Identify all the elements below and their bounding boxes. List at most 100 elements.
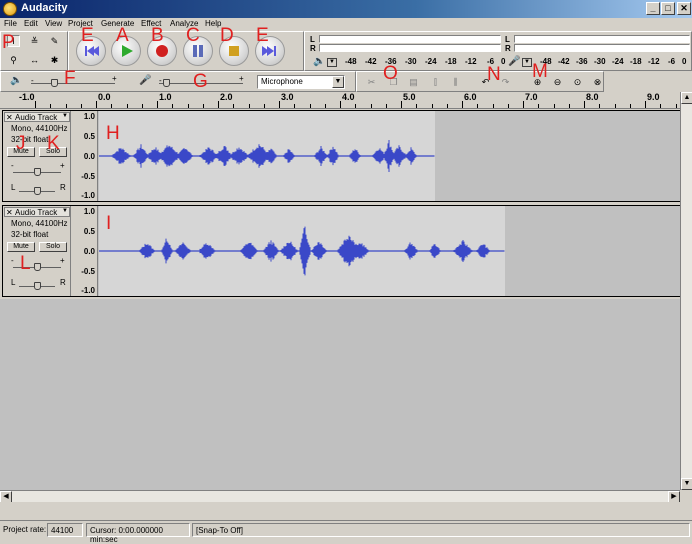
- zoom-tool-icon[interactable]: ⚲: [7, 54, 20, 66]
- ruler-minor-tick: [660, 104, 662, 108]
- ruler-minor-tick: [385, 104, 387, 108]
- menu-edit[interactable]: Edit: [24, 19, 38, 28]
- redo-icon[interactable]: ↷: [499, 76, 512, 88]
- project-rate-field[interactable]: 44100: [47, 523, 83, 537]
- ruler-tick-label: 3.0: [281, 92, 294, 102]
- gain-slider-thumb[interactable]: [34, 263, 41, 271]
- annotation-e-start: E: [81, 25, 94, 46]
- annotation-l: L: [20, 253, 31, 274]
- waveform-area[interactable]: [99, 111, 680, 201]
- ruler-major-tick: [157, 101, 158, 108]
- play-meter-menu-icon[interactable]: ▼: [327, 58, 337, 67]
- ruler-tick-label: 0.0: [98, 92, 111, 102]
- menu-file[interactable]: File: [4, 19, 17, 28]
- mute-button[interactable]: Mute: [7, 242, 35, 252]
- rec-meter-left-label: L: [505, 35, 510, 44]
- waveform-1: [99, 140, 435, 172]
- menu-bar: File Edit View Project Generate Effect A…: [0, 18, 692, 31]
- annotation-i: I: [106, 213, 112, 234]
- ruler-major-tick: [462, 101, 463, 108]
- annotation-o: O: [383, 63, 398, 84]
- annotation-n: N: [487, 64, 501, 85]
- empty-project-area[interactable]: [0, 299, 680, 490]
- ruler-minor-tick: [309, 104, 311, 108]
- cut-icon[interactable]: ✂: [365, 76, 378, 88]
- menu-help[interactable]: Help: [205, 19, 221, 28]
- draw-tool-icon[interactable]: ✎: [48, 35, 61, 47]
- timeshift-tool-icon[interactable]: ↔: [28, 54, 41, 66]
- toolbar-filler: [604, 71, 692, 92]
- ruler-minor-tick: [294, 104, 296, 108]
- scroll-up-icon[interactable]: ▲: [681, 92, 692, 104]
- timeline-ruler[interactable]: -1.0 0.0 1.0 2.0 3.0 4.0 5.0 6.0 7.0 8.0 9.0: [0, 92, 680, 109]
- rec-meter-menu-icon[interactable]: ▼: [522, 58, 532, 67]
- ruler-tick-label: 6.0: [464, 92, 477, 102]
- output-volume-thumb[interactable]: [51, 79, 58, 87]
- scroll-down-icon[interactable]: ▼: [681, 478, 692, 490]
- solo-button[interactable]: Solo: [39, 242, 67, 252]
- ruler-minor-tick: [65, 104, 67, 108]
- silence-icon[interactable]: ⫼: [449, 76, 462, 88]
- ruler-tick-label: 9.0: [647, 92, 660, 102]
- fit-project-icon[interactable]: ⊗: [591, 76, 604, 88]
- ruler-major-tick: [401, 101, 402, 108]
- close-button[interactable]: ✕: [677, 2, 691, 15]
- track-name-menu[interactable]: ✕ Audio Track ▼: [4, 207, 70, 217]
- annotation-m: M: [532, 61, 548, 82]
- title-bar: Audacity _ □ ✕: [0, 0, 692, 18]
- paste-icon[interactable]: ▤: [407, 76, 420, 88]
- gain-slider-thumb[interactable]: [34, 168, 41, 176]
- track-name-menu[interactable]: ✕ Audio Track ▼: [4, 112, 70, 122]
- chevron-down-icon[interactable]: ▼: [62, 113, 68, 119]
- minimize-button[interactable]: _: [646, 2, 660, 15]
- maximize-button[interactable]: □: [661, 2, 675, 15]
- input-volume-thumb[interactable]: [163, 79, 170, 87]
- ruler-tick-label: 5.0: [403, 92, 416, 102]
- trim-icon[interactable]: ⫿: [429, 76, 442, 88]
- chevron-down-icon[interactable]: ▼: [62, 208, 68, 214]
- waveform-area[interactable]: [99, 206, 680, 296]
- track-name: Audio Track: [15, 208, 58, 217]
- ruler-minor-tick: [355, 104, 357, 108]
- gain-plus-label: +: [60, 256, 65, 265]
- waveform-2: [99, 226, 505, 276]
- ruler-major-tick: [645, 101, 646, 108]
- menu-view[interactable]: View: [45, 19, 62, 28]
- ruler-minor-tick: [248, 104, 250, 108]
- close-track-icon[interactable]: ✕: [6, 208, 13, 217]
- status-bar: Project rate: 44100 Cursor: 0:00.000000 …: [0, 520, 692, 544]
- annotation-g: G: [193, 71, 208, 92]
- ruler-major-tick: [218, 101, 219, 108]
- pan-slider-thumb[interactable]: [34, 282, 41, 290]
- ruler-minor-tick: [477, 104, 479, 108]
- window-title: Audacity: [21, 2, 68, 14]
- pan-slider-thumb[interactable]: [34, 187, 41, 195]
- zoom-out-icon[interactable]: ⊖: [551, 76, 564, 88]
- amplitude-ruler: 1.0 0.5 0.0 -0.5 -1.0: [71, 111, 98, 201]
- multi-tool-icon[interactable]: ✱: [48, 54, 61, 66]
- ruler-minor-tick: [263, 104, 265, 108]
- ruler-minor-tick: [233, 104, 235, 108]
- ruler-minor-tick: [629, 104, 631, 108]
- ruler-major-tick: [523, 101, 524, 108]
- annotation-f: F: [64, 68, 76, 89]
- ruler-minor-tick: [446, 104, 448, 108]
- ruler-minor-tick: [492, 104, 494, 108]
- input-volume-icon: 🎤: [139, 75, 152, 86]
- input-source-select[interactable]: Microphone ▼: [257, 75, 345, 89]
- ruler-tick-label: 7.0: [525, 92, 538, 102]
- audio-track-1[interactable]: ✕ Audio Track ▼ Mono, 44100Hz 32-bit flo…: [2, 110, 680, 202]
- dropdown-arrow-icon[interactable]: ▼: [332, 76, 344, 88]
- ruler-minor-tick: [187, 104, 189, 108]
- ruler-minor-tick: [126, 104, 128, 108]
- ruler-minor-tick: [553, 104, 555, 108]
- close-track-icon[interactable]: ✕: [6, 113, 13, 122]
- envelope-tool-icon[interactable]: ≚: [28, 35, 41, 47]
- audio-track-2[interactable]: ✕ Audio Track ▼ Mono, 44100Hz 32-bit flo…: [2, 205, 680, 297]
- ruler-tick-label: 2.0: [220, 92, 233, 102]
- fit-selection-icon[interactable]: ⊙: [571, 76, 584, 88]
- annotation-d: D: [220, 25, 234, 46]
- play-meter-right: [319, 44, 501, 52]
- horizontal-scrollbar[interactable]: ◀ ▶: [0, 490, 680, 503]
- vertical-scrollbar[interactable]: ▲ ▼: [680, 92, 692, 490]
